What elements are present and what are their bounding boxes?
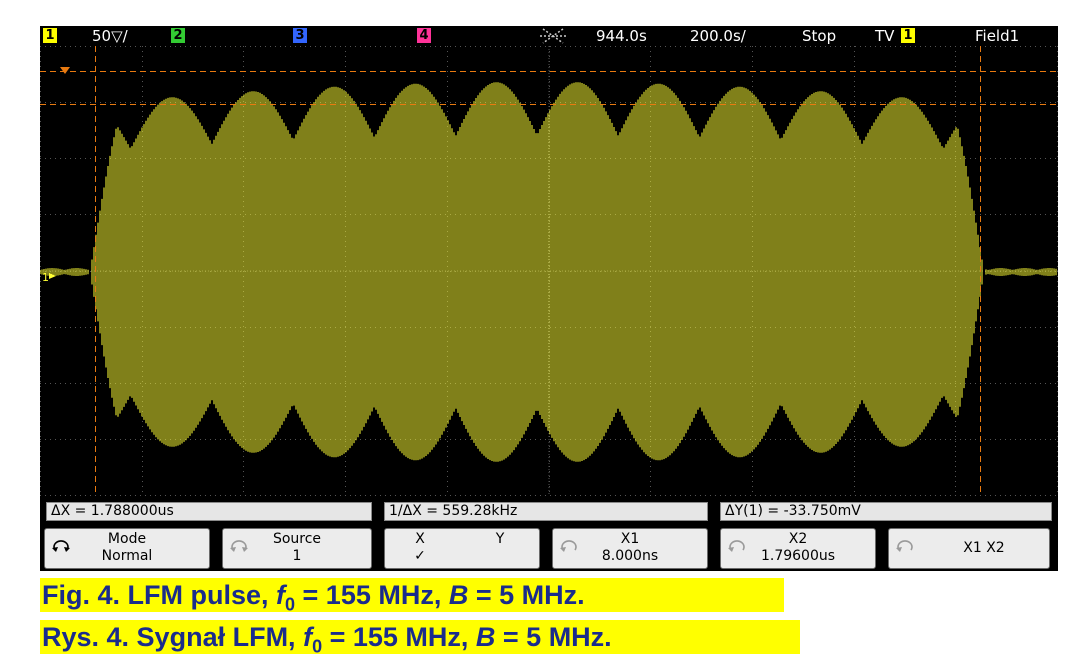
x1-value: 8.000ns — [601, 548, 659, 564]
caption-en-f-symbol: f — [276, 580, 286, 610]
channel-2-indicator[interactable]: 2 — [171, 28, 185, 43]
delay-readout: 944.0s — [596, 27, 647, 45]
x2-label: X2 — [788, 531, 808, 547]
trigger-field-label: Field1 — [975, 27, 1020, 45]
delta-y-readout: ΔY(1) = -33.750mV — [720, 502, 1052, 521]
source-label: Source — [272, 531, 322, 547]
waveform-display: 1 — [40, 46, 1058, 496]
softkey-menu: Mode Normal Source 1 X ✓ Y X1 8.000ns X2… — [44, 528, 1056, 569]
ground-marker-label: 1 — [42, 271, 49, 284]
mode-value: Normal — [101, 548, 153, 564]
caption-pl-f-value: = 155 MHz, — [322, 622, 476, 652]
caption-en-f-sub: 0 — [285, 594, 296, 615]
inverse-delta-x-readout: 1/ΔX = 559.28kHz — [384, 502, 708, 521]
caption-en-b-symbol: B — [448, 580, 469, 610]
channel-1-indicator[interactable]: 1 — [43, 28, 57, 43]
trigger-source-indicator: 1 — [901, 28, 915, 43]
caption-pl-prefix: Rys. 4. Sygnał LFM, — [42, 622, 304, 652]
caption-pl-f-sub: 0 — [312, 636, 323, 657]
trigger-mode-label: TV — [875, 27, 895, 45]
caption-pl-b-symbol: B — [475, 622, 496, 652]
x1-x2-softkey[interactable]: X1 X2 — [888, 528, 1050, 569]
caption-polish: Rys. 4. Sygnał LFM, f0 = 155 MHz, B = 5 … — [40, 620, 800, 657]
x-selected-check: ✓ — [414, 548, 426, 564]
delta-x-readout: ΔX = 1.788000us — [46, 502, 372, 521]
cursor-select-softkey[interactable]: X ✓ Y — [384, 528, 540, 569]
measurement-bar: ΔX = 1.788000us 1/ΔX = 559.28kHz ΔY(1) =… — [46, 502, 1054, 521]
x1-label: X1 — [620, 531, 640, 547]
channel-4-indicator[interactable]: 4 — [417, 28, 431, 43]
mode-label: Mode — [107, 531, 147, 547]
channel-1-scale: 50▽/ — [92, 27, 128, 45]
source-softkey[interactable]: Source 1 — [222, 528, 372, 569]
channel-1-trace — [40, 82, 1057, 462]
caption-en-f-value: = 155 MHz, — [295, 580, 449, 610]
channel-3-indicator[interactable]: 3 — [293, 28, 307, 43]
status-bar: 1 50▽/ 2 3 4 944.0s 200.0s/ Stop TV 1 Fi… — [40, 26, 1058, 46]
timebase-readout: 200.0s/ — [690, 27, 746, 45]
trigger-delay-icon — [540, 28, 566, 44]
mode-softkey[interactable]: Mode Normal — [44, 528, 210, 569]
caption-pl-f-symbol: f — [303, 622, 313, 652]
run-state-label: Stop — [802, 27, 837, 45]
x2-value: 1.79600us — [760, 548, 836, 564]
caption-en-prefix: Fig. 4. LFM pulse, — [42, 580, 277, 610]
x-cursor-option: X — [415, 531, 425, 547]
caption-pl-b-value: = 5 MHz. — [495, 622, 612, 652]
x1-softkey[interactable]: X1 8.000ns — [552, 528, 708, 569]
x2-softkey[interactable]: X2 1.79600us — [720, 528, 876, 569]
rotary-knob-icon — [896, 540, 913, 552]
y-cursor-option: Y — [495, 531, 505, 547]
caption-english: Fig. 4. LFM pulse, f0 = 155 MHz, B = 5 M… — [40, 578, 784, 615]
caption-en-b-value: = 5 MHz. — [468, 580, 585, 610]
oscilloscope-screen: 1 50▽/ 2 3 4 944.0s 200.0s/ Stop TV 1 Fi… — [40, 26, 1058, 571]
source-value: 1 — [292, 548, 302, 564]
x1-x2-label: X1 X2 — [963, 540, 1005, 556]
